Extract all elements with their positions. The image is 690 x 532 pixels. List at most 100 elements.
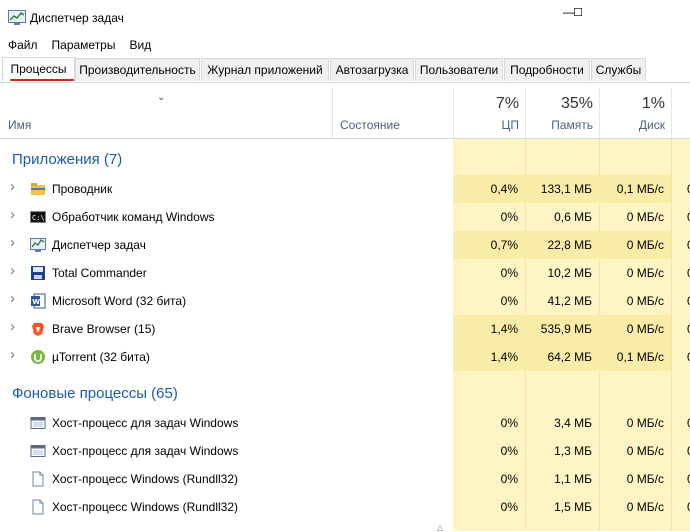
cpu-value: 0%: [500, 500, 518, 514]
memory-value: 10,2 МБ: [547, 266, 592, 280]
process-row[interactable]: › µTorrent (32 бита) 1,4%64,2 МБ0,1 МБ/с0: [0, 343, 690, 371]
menu-file[interactable]: Файл: [0, 34, 45, 56]
cpu-value: 1,4%: [453, 343, 525, 371]
cpu-value: 0,7%: [453, 231, 525, 259]
process-row[interactable]: › Brave Browser (15) 1,4%535,9 МБ0 МБ/с0: [0, 315, 690, 343]
memory-value: 64,2 МБ: [525, 343, 599, 371]
window-title: Диспетчер задач: [30, 11, 124, 25]
file-icon: [30, 499, 46, 515]
maximize-button[interactable]: ☐: [555, 0, 601, 24]
header-memory[interactable]: 35% Память: [525, 88, 599, 138]
task-manager-icon: [8, 10, 26, 25]
memory-value: 1,3 МБ: [554, 444, 592, 458]
cpu-total: 7%: [495, 95, 519, 112]
word-icon: W: [30, 293, 46, 309]
totalcmd-icon: [30, 265, 46, 281]
tab-details[interactable]: Подробности: [504, 58, 590, 81]
process-name: Total Commander: [52, 266, 147, 280]
memory-value: 3,4 МБ: [554, 416, 592, 430]
group-header-background[interactable]: Фоновые процессы (65): [12, 385, 178, 402]
memory-value: 535,9 МБ: [525, 315, 599, 343]
disk-value: 0,1 МБ/с: [599, 343, 671, 371]
title-bar: Диспетчер задач — ☐: [0, 0, 690, 34]
process-row[interactable]: Хост-процесс Windows (Rundll32) 0% 1,5 МБ 0…: [0, 493, 690, 521]
process-name: Brave Browser (15): [52, 322, 156, 336]
tab-services[interactable]: Службы: [591, 58, 646, 81]
memory-value: 1,5 МБ: [554, 500, 592, 514]
brave-icon: [30, 321, 46, 337]
menu-view[interactable]: Вид: [122, 34, 158, 56]
utorrent-icon: [30, 349, 46, 365]
process-row[interactable]: › Проводник 0,4%133,1 МБ0,1 МБ/с0: [0, 175, 690, 203]
expand-chevron-icon[interactable]: ›: [10, 318, 15, 335]
active-tab-indicator: [10, 79, 74, 81]
tab-processes[interactable]: Процессы: [2, 57, 75, 82]
process-row[interactable]: › Диспетчер задач 0,7%22,8 МБ0 МБ/с0: [0, 231, 690, 259]
disk-value: 0 МБ/с: [626, 210, 664, 224]
process-name: Обработчик команд Windows: [52, 210, 215, 224]
process-name: Microsoft Word (32 бита): [52, 294, 187, 308]
disk-value: 0,1 МБ/с: [599, 175, 671, 203]
network-value: 0: [671, 465, 690, 493]
expand-chevron-icon[interactable]: ›: [10, 234, 15, 251]
header-disk[interactable]: 1% Диск: [599, 88, 671, 138]
memory-value: 1,1 МБ: [554, 472, 592, 486]
cmd-icon: C:\: [30, 209, 46, 225]
cpu-value: 0%: [500, 416, 518, 430]
disk-value: 0 МБ/с: [599, 315, 671, 343]
network-value: 0: [671, 287, 690, 315]
process-name: Хост-процесс для задач Windows: [52, 444, 239, 458]
expand-chevron-icon[interactable]: ›: [10, 262, 15, 279]
process-row[interactable]: › Total Commander 0% 10,2 МБ 0 МБ/с 0: [0, 259, 690, 287]
folder-icon: [30, 181, 46, 197]
network-value: 0: [671, 343, 690, 371]
network-value: 0: [671, 493, 690, 521]
network-value: 0: [671, 231, 690, 259]
taskmgr-icon: [30, 237, 46, 253]
network-value: 0: [671, 437, 690, 465]
expand-chevron-icon[interactable]: ›: [10, 178, 15, 195]
cpu-value: 0%: [500, 472, 518, 486]
tab-app-history[interactable]: Журнал приложений: [201, 58, 329, 81]
group-header-apps[interactable]: Приложения (7): [12, 151, 122, 168]
tab-users[interactable]: Пользователи: [415, 58, 503, 81]
disk-value: 0 МБ/с: [626, 266, 664, 280]
process-name: Хост-процесс Windows (Rundll32): [52, 500, 238, 514]
expand-chevron-icon[interactable]: ›: [10, 346, 15, 363]
disk-value: 0 МБ/с: [626, 444, 664, 458]
disk-value: 0 МБ/с: [626, 472, 664, 486]
process-row[interactable]: › C:\ Обработчик команд Windows 0% 0,6 МБ 0 М…: [0, 203, 690, 231]
tab-performance[interactable]: Производительность: [75, 58, 200, 81]
expand-chevron-icon[interactable]: ›: [10, 290, 15, 307]
header-name[interactable]: Имя: [0, 88, 332, 138]
menu-options[interactable]: Параметры: [45, 34, 123, 56]
tab-strip: Процессы Производительность Журнал прило…: [0, 57, 690, 83]
memory-value: 133,1 МБ: [525, 175, 599, 203]
process-row[interactable]: › W Microsoft Word (32 бита) 0% 41,2 МБ 0 МБ/…: [0, 287, 690, 315]
network-value: 0: [671, 175, 690, 203]
memory-value: 41,2 МБ: [547, 294, 592, 308]
sort-chevron-icon[interactable]: ⌄: [157, 92, 165, 103]
process-row[interactable]: Хост-процесс Windows (Rundll32) 0% 1,1 МБ 0…: [0, 465, 690, 493]
expand-chevron-icon[interactable]: ›: [10, 206, 15, 223]
memory-value: 22,8 МБ: [525, 231, 599, 259]
network-value: 0: [671, 315, 690, 343]
window-icon: [30, 443, 46, 459]
menu-bar: Файл Параметры Вид: [0, 34, 690, 56]
network-value: 0: [671, 409, 690, 437]
svg-text:C:\: C:\: [32, 214, 45, 222]
column-header: Имя Состояние 7% ЦП 35% Память 1% Диск: [0, 88, 690, 139]
header-cpu[interactable]: 7% ЦП: [453, 88, 525, 138]
process-row[interactable]: Хост-процесс для задач Windows 0% 1,3 МБ 0 …: [0, 437, 690, 465]
process-row[interactable]: Хост-процесс для задач Windows 0% 3,4 МБ 0 …: [0, 409, 690, 437]
file-icon: [30, 471, 46, 487]
tab-startup[interactable]: Автозагрузка: [330, 58, 414, 81]
header-status[interactable]: Состояние: [333, 88, 453, 138]
svg-text:W: W: [32, 298, 40, 306]
process-name: Хост-процесс для задач Windows: [52, 416, 239, 430]
disk-value: 0 МБ/с: [626, 500, 664, 514]
cpu-value: 0%: [500, 266, 518, 280]
process-name: µTorrent (32 бита): [52, 350, 150, 364]
network-value: 0: [671, 203, 690, 231]
cpu-value: 0%: [500, 294, 518, 308]
